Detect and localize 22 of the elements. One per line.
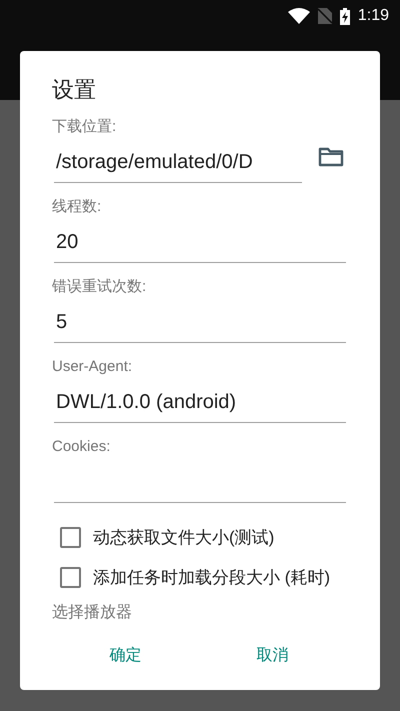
dialog-title: 设置 — [52, 76, 97, 104]
field-label: 线程数: — [52, 197, 102, 217]
input-field[interactable]: 5 — [54, 297, 346, 343]
checkbox[interactable] — [60, 526, 81, 548]
no-sim-icon — [318, 8, 332, 24]
folder-icon[interactable] — [318, 147, 344, 167]
battery-charging-icon — [340, 8, 350, 24]
input-field[interactable]: /storage/emulated/0/D — [54, 137, 302, 183]
field-label: Cookies: — [52, 437, 112, 457]
wifi-icon — [288, 8, 310, 24]
input-field[interactable]: 20 — [54, 217, 346, 263]
cancel-button[interactable]: 取消 — [244, 639, 300, 672]
player-selector[interactable]: 选择播放器 — [52, 601, 346, 625]
field-label: 错误重试次数: — [52, 277, 148, 297]
input-field[interactable]: DWL/1.0.0 (android) — [54, 377, 346, 423]
confirm-button[interactable]: 确定 — [98, 639, 154, 672]
checkbox-label: 添加任务时加载分段大小 (耗时) — [93, 566, 330, 588]
field-label: User-Agent: — [52, 357, 134, 377]
clock-time: 1:19 — [358, 7, 389, 25]
field-label: 下载位置: — [52, 117, 118, 137]
checkbox[interactable] — [60, 566, 81, 588]
checkbox-label: 动态获取文件大小(测试) — [93, 526, 274, 548]
